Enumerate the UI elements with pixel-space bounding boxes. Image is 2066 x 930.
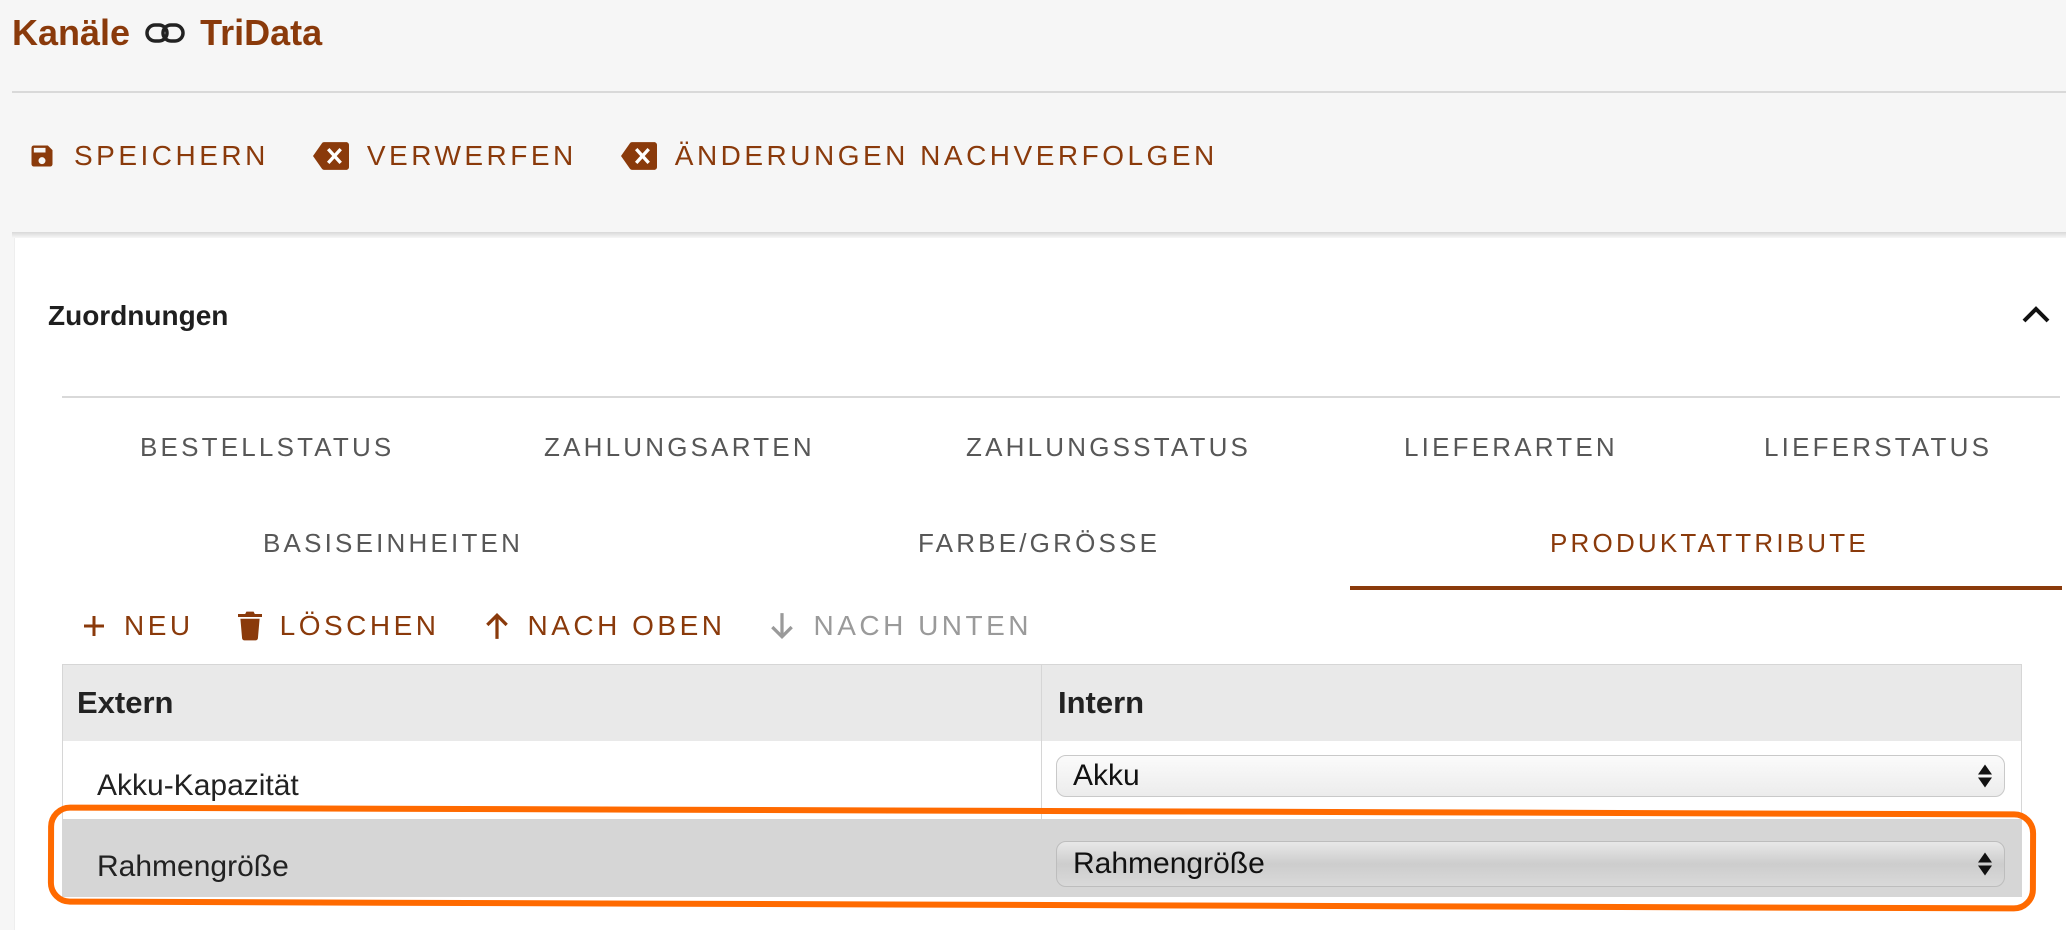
channels-breadcrumb[interactable]: Kanäle bbox=[12, 12, 130, 54]
arrow-up-icon bbox=[485, 612, 508, 639]
section-divider bbox=[62, 396, 2060, 398]
intern-cell: Rahmengröße bbox=[1042, 819, 2021, 897]
backspace-icon bbox=[312, 142, 349, 170]
new-button[interactable]: NEU bbox=[82, 610, 194, 642]
tab-zahlungsstatus[interactable]: ZAHLUNGSSTATUS bbox=[966, 432, 1251, 463]
updown-arrows-icon bbox=[1978, 852, 1992, 876]
intern-select-value: Akku bbox=[1073, 759, 1140, 792]
main-toolbar: SPEICHERN VERWERFEN ÄNDERUNGEN NACHVERFO… bbox=[28, 140, 1218, 172]
table-row-selected[interactable]: Rahmengröße Rahmengröße bbox=[63, 819, 2021, 897]
move-up-label: NACH OBEN bbox=[527, 610, 726, 641]
tab-lieferstatus[interactable]: LIEFERSTATUS bbox=[1764, 432, 1992, 463]
track-changes-label: ÄNDERUNGEN NACHVERFOLGEN bbox=[674, 140, 1218, 171]
channel-name: TriData bbox=[200, 12, 323, 53]
discard-label: VERWERFEN bbox=[366, 140, 577, 171]
tab-lieferarten[interactable]: LIEFERARTEN bbox=[1404, 432, 1618, 463]
column-header-intern[interactable]: Intern bbox=[1042, 665, 2021, 741]
intern-select[interactable]: Rahmengröße bbox=[1056, 841, 2005, 887]
intern-select-value: Rahmengröße bbox=[1073, 847, 1265, 880]
intern-cell: Akku bbox=[1042, 741, 2021, 819]
header-divider bbox=[12, 91, 2066, 93]
table-header-row: Extern Intern bbox=[63, 665, 2021, 741]
discard-button[interactable]: VERWERFEN bbox=[312, 140, 577, 172]
move-down-button[interactable]: NACH UNTEN bbox=[769, 610, 1032, 642]
table-row[interactable]: Akku-Kapazität Akku bbox=[63, 741, 2021, 819]
tab-basiseinheiten[interactable]: BASISEINHEITEN bbox=[263, 528, 523, 559]
tab-farbe-groesse[interactable]: FARBE/GRÖSSE bbox=[918, 528, 1160, 559]
move-down-label: NACH UNTEN bbox=[813, 610, 1033, 641]
extern-cell[interactable]: Akku-Kapazität bbox=[63, 741, 1042, 819]
save-label: SPEICHERN bbox=[74, 140, 269, 171]
page-header: Kanäle TriData bbox=[0, 0, 2066, 92]
tab-bestellstatus[interactable]: BESTELLSTATUS bbox=[140, 432, 394, 463]
page-title: Kanäle TriData bbox=[12, 12, 322, 54]
save-button[interactable]: SPEICHERN bbox=[28, 140, 269, 172]
link-icon bbox=[145, 23, 185, 43]
move-up-button[interactable]: NACH OBEN bbox=[484, 610, 726, 642]
plus-icon bbox=[84, 616, 104, 636]
track-changes-button[interactable]: ÄNDERUNGEN NACHVERFOLGEN bbox=[620, 140, 1218, 172]
column-header-extern[interactable]: Extern bbox=[63, 665, 1042, 741]
floppy-disk-icon bbox=[31, 145, 53, 167]
tab-zahlungsarten[interactable]: ZAHLUNGSARTEN bbox=[544, 432, 815, 463]
extern-cell[interactable]: Rahmengröße bbox=[63, 819, 1042, 897]
delete-button[interactable]: LÖSCHEN bbox=[237, 610, 440, 642]
grid-toolbar: NEU LÖSCHEN NACH OBEN NACH UNTEN bbox=[82, 610, 1032, 642]
arrow-down-icon bbox=[771, 613, 794, 640]
chevron-up-icon[interactable] bbox=[2020, 303, 2052, 327]
intern-select[interactable]: Akku bbox=[1056, 755, 2005, 797]
backspace-icon bbox=[620, 142, 657, 170]
mapping-table: Extern Intern Akku-Kapazität Akku Rahmen… bbox=[62, 664, 2022, 897]
tab-produktattribute[interactable]: PRODUKTATTRIBUTE bbox=[1550, 528, 1869, 559]
new-label: NEU bbox=[124, 610, 194, 641]
delete-label: LÖSCHEN bbox=[279, 610, 440, 641]
active-tab-indicator bbox=[1350, 586, 2062, 590]
trash-icon bbox=[237, 611, 262, 641]
section-title: Zuordnungen bbox=[48, 300, 229, 331]
updown-arrows-icon bbox=[1978, 764, 1992, 788]
